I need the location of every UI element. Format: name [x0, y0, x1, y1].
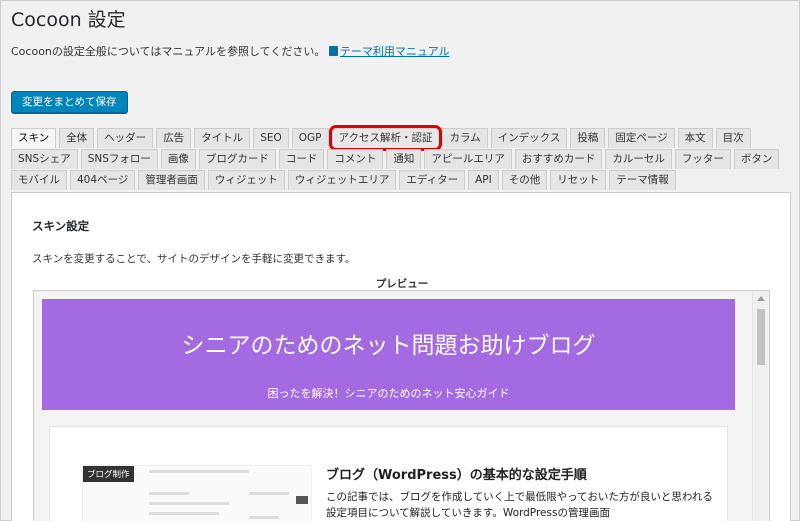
thumbnail-line — [249, 492, 289, 495]
settings-tab[interactable]: アクセス解析・認証 — [328, 125, 443, 151]
preview-scrollbar[interactable] — [752, 291, 769, 521]
settings-tab[interactable]: アピールエリア — [424, 149, 512, 169]
skin-preview-frame[interactable]: シニアのためのネット問題お助けブログ 困ったを解決！シニアのためのネット安心ガイ… — [33, 290, 770, 521]
settings-tab[interactable]: SNSフォロー — [80, 149, 158, 169]
settings-tab[interactable]: SNSシェア — [11, 149, 78, 169]
settings-tab[interactable]: スキン — [11, 128, 57, 148]
thumbnail-line — [149, 470, 249, 473]
settings-tab[interactable]: 全体 — [59, 128, 95, 148]
settings-tab[interactable]: リセット — [550, 170, 607, 190]
tab-row: SNSシェア SNSフォロー 画像 ブログカード コード コメント 通知 アピールエリア おすす… — [11, 149, 791, 169]
intro-text: Cocoonの設定全般についてはマニュアルを参照してください。 — [11, 45, 326, 58]
thumbnail-line — [149, 492, 189, 495]
save-all-button[interactable]: 変更をまとめて保存 — [11, 91, 128, 113]
settings-tab[interactable]: ウィジェット — [207, 170, 285, 190]
settings-tab[interactable]: テーマ情報 — [609, 170, 676, 190]
site-tagline: 困ったを解決！シニアのためのネット安心ガイド — [267, 387, 510, 400]
panel-heading: スキン設定 — [32, 219, 90, 233]
settings-tab[interactable]: OGP — [291, 128, 329, 148]
settings-tab[interactable]: ウィジェットエリア — [287, 170, 397, 190]
settings-tab[interactable]: ボタン — [733, 149, 780, 169]
tab-row: スキン 全体 ヘッダー 広告 タイトル SEO OGP アクセス解析・認証 カラム インデックス投… — [11, 125, 791, 151]
thumbnail-button — [296, 496, 308, 504]
scroll-thumb[interactable] — [757, 309, 765, 365]
tab-row: モバイル 404ページ 管理者画面 ウィジェット ウィジェットエリア エディター API その… — [11, 170, 791, 190]
thumbnail-badge: ブログ制作 — [83, 466, 134, 482]
manual-link[interactable]: テーマ利用マニュアル — [340, 45, 450, 58]
settings-tab[interactable]: コメント — [327, 149, 384, 169]
post-thumbnail: ブログ制作 — [82, 465, 312, 521]
settings-tab[interactable]: 画像 — [160, 149, 196, 169]
settings-tab[interactable]: おすすめカード — [514, 149, 603, 169]
site-header: シニアのためのネット問題お助けブログ 困ったを解決！シニアのためのネット安心ガイ… — [42, 299, 735, 410]
settings-tab[interactable]: 本文 — [677, 128, 713, 148]
settings-tab[interactable]: エディター — [399, 170, 466, 190]
book-icon — [328, 46, 338, 56]
post-excerpt: この記事では、ブログを作成していく上で最低限やっておいた方が良いと思われる設定項… — [326, 491, 713, 519]
settings-tab[interactable]: モバイル — [11, 170, 67, 190]
thumbnail-line — [149, 502, 229, 505]
settings-tab[interactable]: インデックス — [490, 128, 568, 148]
settings-tab[interactable]: ヘッダー — [97, 128, 154, 148]
settings-tab[interactable]: コード — [278, 149, 325, 169]
settings-tab[interactable]: 目次 — [715, 128, 751, 148]
intro-text-line: Cocoonの設定全般についてはマニュアルを参照してください。 テーマ利用マニュ… — [11, 43, 450, 59]
settings-panel: スキン設定 スキンを変更することで、サイトのデザインを手軽に変更できます。 プレ… — [11, 192, 791, 521]
settings-tab[interactable]: フッター — [674, 149, 731, 169]
settings-tabs: スキン 全体 ヘッダー 広告 タイトル SEO OGP アクセス解析・認証 カラム インデックス投… — [11, 125, 791, 191]
settings-tab[interactable]: 通知 — [386, 149, 422, 169]
site-title: シニアのためのネット問題お助けブログ — [181, 333, 596, 359]
settings-tab[interactable]: 管理者画面 — [138, 170, 205, 190]
post-title[interactable]: ブログ（WordPress）の基本的な設定手順 — [326, 464, 587, 483]
scroll-up-arrow-icon[interactable] — [757, 296, 765, 301]
preview-label: プレビュー — [375, 278, 429, 290]
settings-tab[interactable]: 固定ページ — [608, 128, 675, 148]
settings-tab[interactable]: その他 — [501, 170, 548, 190]
settings-tab[interactable]: 投稿 — [570, 128, 606, 148]
settings-tab[interactable]: API — [468, 170, 499, 190]
post-card: ブログ制作 ブログ（WordPress）の基本的な設定手順 この記事では、ブログ… — [49, 426, 728, 521]
panel-description: スキンを変更することで、サイトのデザインを手軽に変更できます。 — [32, 253, 356, 265]
thumbnail-line — [149, 512, 219, 515]
settings-tab[interactable]: カルーセル — [605, 149, 672, 169]
settings-tab[interactable]: 広告 — [156, 128, 192, 148]
settings-tab[interactable]: タイトル — [194, 128, 251, 148]
settings-tab[interactable]: ブログカード — [198, 149, 276, 169]
page-title: Cocoon 設定 — [11, 9, 126, 31]
settings-tab[interactable]: SEO — [253, 128, 289, 148]
settings-tab[interactable]: 404ページ — [70, 170, 136, 190]
settings-tab[interactable]: カラム — [442, 128, 488, 148]
thumbnail-line — [249, 516, 279, 519]
